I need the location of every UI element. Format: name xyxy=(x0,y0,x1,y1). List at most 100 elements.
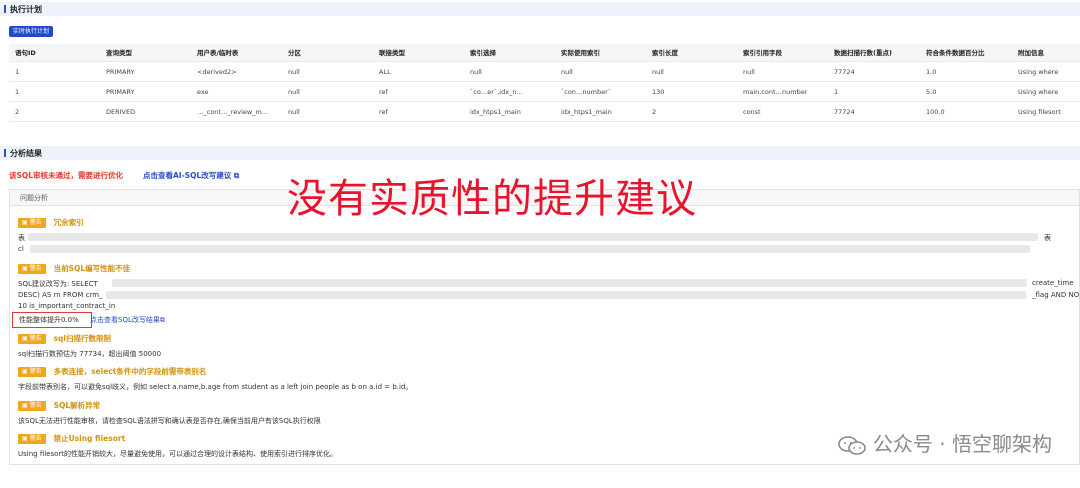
table-header-row: 语句ID 查询类型 用户表/临时表 分区 联接类型 索引选择 实际使用索引 索引… xyxy=(9,44,1080,62)
warning-scan-rows: ▣ 警告 sql扫描行数限制 xyxy=(18,333,111,344)
warning-body: 该SQL无法进行性能审核，请检查SQL语法拼写和确认表是否存在,确保当前用户有该… xyxy=(18,417,321,425)
col-header: 联接类型 xyxy=(379,49,405,57)
warning-body: cl xyxy=(18,245,24,253)
table-cell: null xyxy=(288,88,300,96)
warning-badge: ▣ 警告 xyxy=(18,263,46,274)
warning-body: SQL建议改写为: SELECT xyxy=(18,280,98,288)
col-header: 附加信息 xyxy=(1018,49,1044,57)
warning-title: SQL解析异常 xyxy=(53,401,101,410)
watermark-text: 公众号 · 悟空聊架构 xyxy=(872,432,1052,456)
warning-body-end: _flag AND NO xyxy=(1032,291,1080,299)
warning-sql-parse: ▣ 警告 SQL解析异常 xyxy=(18,400,100,411)
table-cell: idx_htps1_main xyxy=(561,108,612,116)
table-cell: null xyxy=(743,68,755,76)
warning-body: sql扫描行数预估为 77734，超出阈值 50000 xyxy=(18,350,162,358)
col-header: 语句ID xyxy=(15,49,36,57)
warning-title: 多表连接，select条件中的字段前需带表别名 xyxy=(53,367,207,376)
badge-label: 警告 xyxy=(29,264,42,272)
table-cell: 2 xyxy=(652,108,657,116)
badge-label: 警告 xyxy=(29,367,42,375)
badge-label: 警告 xyxy=(29,401,42,409)
exec-plan-title: 执行计划 xyxy=(10,5,42,14)
table-cell: 130 xyxy=(652,88,665,96)
blurred-text xyxy=(30,245,1030,253)
warning-filesort: ▣ 警告 禁止Using filesort xyxy=(18,433,125,444)
watermark: 公众号 · 悟空聊架构 xyxy=(837,428,1052,457)
warning-body: 字段前带表别名，可以避免sql歧义，例如 select a.name,b.age… xyxy=(18,383,413,391)
run-exec-plan-button[interactable]: 实时执行计划 xyxy=(9,26,54,37)
table-cell: 1 xyxy=(834,88,839,96)
table-cell: null xyxy=(652,68,664,76)
rewrite-link-label: 点击查看SQL改写结果 xyxy=(90,316,160,324)
table-cell: null xyxy=(288,68,300,76)
table-cell: Using where xyxy=(1018,68,1059,76)
table-cell: const xyxy=(743,108,761,116)
section-marker xyxy=(4,149,6,157)
analysis-header: 分析结果 xyxy=(0,146,1080,160)
warning-badge: ▣ 警告 xyxy=(18,366,46,377)
warning-redundant-index: ▣ 警告 冗余索引 xyxy=(18,217,84,228)
table-row: 1 PRIMARY <derived2> null ALL null null … xyxy=(9,62,1080,82)
warning-body-end: 表 xyxy=(1044,234,1051,242)
table-cell: idx_htps1_main xyxy=(470,108,521,116)
warning-title: 冗余索引 xyxy=(53,218,84,227)
warning-badge: ▣ 警告 xyxy=(18,400,46,411)
table-cell: ref xyxy=(379,88,388,96)
table-cell: Using where xyxy=(1018,88,1059,96)
ai-link-label: 点击查看AI-SQL改写建议 xyxy=(143,171,232,180)
ai-sql-suggestion-link[interactable]: 点击查看AI-SQL改写建议 ⧉ xyxy=(143,170,239,181)
table-cell: PRIMARY xyxy=(106,68,135,76)
col-header: 索引选择 xyxy=(470,49,496,57)
warning-body: DESC) AS rn FROM crm_ xyxy=(18,291,103,299)
sql-rewrite-result-link[interactable]: 点击查看SQL改写结果⧉ xyxy=(90,315,165,325)
table-cell: DERIVED xyxy=(106,108,136,116)
warning-body: 10 is_important_contract_in xyxy=(18,302,116,310)
warning-body: Using filesort的性能开销较大，尽量避免使用，可以通过合理的设计表结… xyxy=(18,450,338,458)
col-header: 实际使用索引 xyxy=(561,49,600,57)
table-cell: 1 xyxy=(15,68,20,76)
col-header: 用户表/临时表 xyxy=(197,49,239,57)
warning-body: 表 xyxy=(18,234,25,242)
blurred-text xyxy=(28,233,1038,241)
table-cell: 2 xyxy=(15,108,20,116)
badge-label: 警告 xyxy=(29,218,42,226)
warning-title: sql扫描行数限制 xyxy=(53,334,111,343)
annotation-overlay: 没有实质性的提升建议 xyxy=(287,176,697,222)
section-marker xyxy=(4,5,6,13)
col-header: 索引长度 xyxy=(652,49,678,57)
table-cell: 100.0 xyxy=(926,108,945,116)
warning-table-alias: ▣ 警告 多表连接，select条件中的字段前需带表别名 xyxy=(18,366,206,377)
table-cell: <derived2> xyxy=(197,68,237,76)
audit-fail-text: 该SQL审核未通过，需要进行优化 xyxy=(9,171,124,180)
blurred-text xyxy=(112,279,1027,287)
external-link-icon: ⧉ xyxy=(159,316,165,324)
table-cell: 5.0 xyxy=(926,88,937,96)
table-cell: `con…number` xyxy=(561,88,612,96)
table-cell: PRIMARY xyxy=(106,88,135,96)
table-row: 1 PRIMARY exe null ref `co…er`,idx_n… `c… xyxy=(9,82,1080,102)
table-row: 2 DERIVED …_cont…_review_m… null ref idx… xyxy=(9,102,1080,122)
table-cell: null xyxy=(561,68,573,76)
exec-plan-header: 执行计划 xyxy=(0,2,1080,16)
badge-label: 警告 xyxy=(29,334,42,342)
col-header: 查询类型 xyxy=(106,49,132,57)
blurred-text xyxy=(106,291,1026,299)
warning-poor-sql: ▣ 警告 当前SQL编写性能不佳 xyxy=(18,263,130,274)
table-cell: 77724 xyxy=(834,68,855,76)
warning-body-end: create_time xyxy=(1032,279,1074,287)
table-cell: Using filesort xyxy=(1018,108,1061,116)
table-cell: ref xyxy=(379,108,388,116)
col-header: 数据扫描行数(重点) xyxy=(834,49,892,57)
table-cell: 1 xyxy=(15,88,20,96)
warning-title: 禁止Using filesort xyxy=(53,434,126,443)
wechat-icon xyxy=(838,435,866,455)
table-cell: …_cont…_review_m… xyxy=(197,108,269,116)
col-header: 分区 xyxy=(288,49,301,57)
table-cell: exe xyxy=(197,88,209,96)
col-header: 符合条件数据百分比 xyxy=(926,49,985,57)
table-cell: 77724 xyxy=(834,108,855,116)
external-link-icon: ⧉ xyxy=(233,171,240,180)
warning-badge: ▣ 警告 xyxy=(18,433,46,444)
table-cell: `co…er`,idx_n… xyxy=(470,88,523,96)
col-header: 索引引用字段 xyxy=(743,49,782,57)
